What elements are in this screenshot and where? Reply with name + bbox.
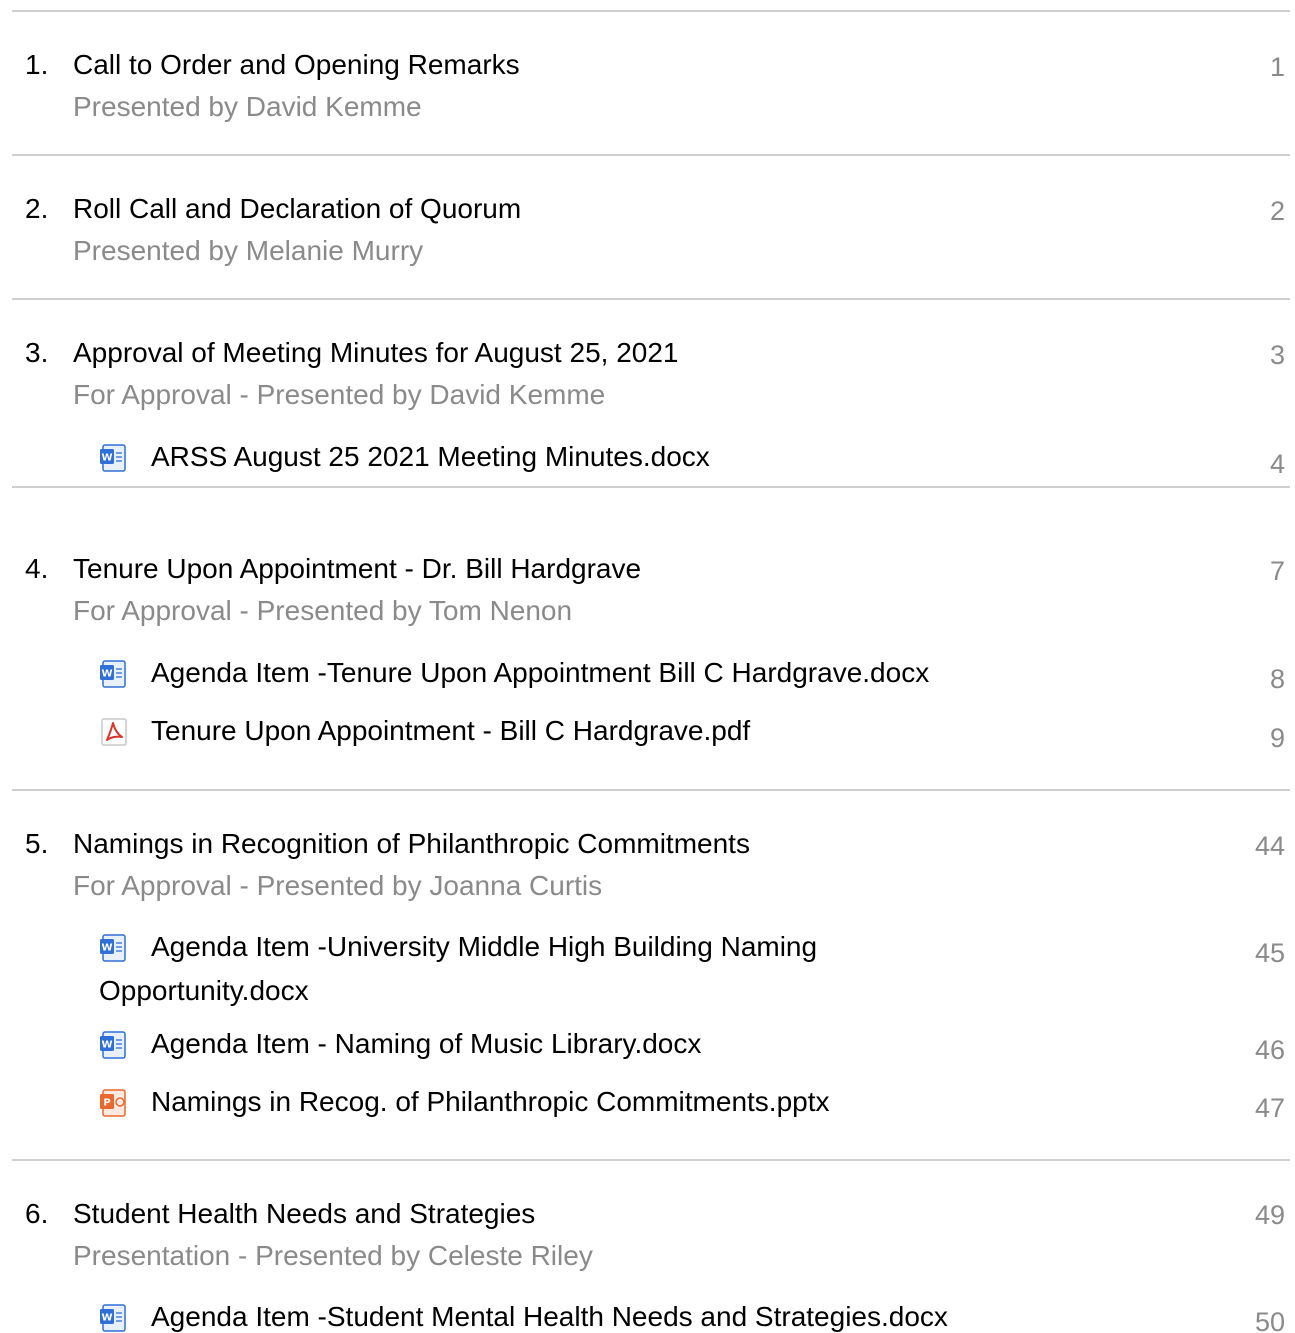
svg-text:W: W (101, 1313, 112, 1324)
item-presenter: For Approval - Presented by Tom Nenon (73, 595, 573, 626)
powerpoint-icon: P (100, 1089, 126, 1117)
item-number: 1. (25, 49, 49, 80)
attachment-page-number: 46 (1254, 1035, 1285, 1065)
attachment-name[interactable]: Namings in Recog. of Philanthropic Commi… (151, 1086, 830, 1118)
divider (12, 789, 1290, 791)
item-number: 4. (25, 553, 49, 584)
divider (12, 1159, 1290, 1161)
attachment-name[interactable]: Agenda Item -Student Mental Health Needs… (151, 1301, 948, 1333)
divider (12, 154, 1290, 156)
word-doc-icon: W (100, 444, 126, 472)
item-page-number: 44 (1254, 831, 1285, 861)
agenda-page: 1. Call to Order and Opening Remarks 1 P… (0, 0, 1295, 1333)
item-title[interactable]: Approval of Meeting Minutes for August 2… (73, 337, 679, 369)
attachment-page-number: 50 (1254, 1307, 1285, 1333)
item-page-number: 49 (1254, 1200, 1285, 1230)
attachment-page-number: 4 (1269, 449, 1285, 479)
word-doc-icon: W (100, 1304, 126, 1332)
divider (12, 298, 1290, 300)
item-number: 2. (25, 193, 49, 224)
item-title[interactable]: Roll Call and Declaration of Quorum (73, 193, 521, 225)
pdf-icon (101, 718, 127, 746)
item-presenter: For Approval - Presented by David Kemme (73, 379, 606, 410)
item-page-number: 2 (1269, 196, 1285, 226)
item-presenter: For Approval - Presented by Joanna Curti… (73, 870, 603, 901)
divider (12, 486, 1290, 488)
attachment-page-number: 9 (1269, 723, 1285, 753)
item-presenter: Presented by Melanie Murry (73, 235, 424, 266)
item-page-number: 3 (1269, 340, 1285, 370)
attachment-page-number: 47 (1254, 1093, 1285, 1123)
item-title[interactable]: Namings in Recognition of Philanthropic … (73, 828, 750, 860)
item-page-number: 7 (1269, 556, 1285, 586)
item-number: 3. (25, 337, 49, 368)
svg-text:W: W (101, 453, 112, 464)
item-presenter: Presented by David Kemme (73, 91, 422, 122)
item-presenter: Presentation - Presented by Celeste Rile… (73, 1240, 593, 1271)
item-number: 5. (25, 828, 49, 859)
attachment-name[interactable]: Agenda Item - Naming of Music Library.do… (151, 1028, 701, 1060)
attachment-page-number: 45 (1254, 938, 1285, 968)
attachment-name[interactable]: Agenda Item -Tenure Upon Appointment Bil… (151, 657, 929, 689)
divider (12, 10, 1290, 12)
attachment-name[interactable]: Agenda Item -University Middle High Buil… (99, 925, 959, 1013)
word-doc-icon: W (100, 1031, 126, 1059)
attachment-name[interactable]: Tenure Upon Appointment - Bill C Hardgra… (151, 715, 750, 747)
svg-text:W: W (101, 1040, 112, 1051)
word-doc-icon: W (100, 660, 126, 688)
item-title[interactable]: Tenure Upon Appointment - Dr. Bill Hardg… (73, 553, 641, 585)
svg-text:W: W (101, 669, 112, 680)
svg-text:P: P (103, 1098, 110, 1109)
item-number: 6. (25, 1198, 49, 1229)
item-title[interactable]: Call to Order and Opening Remarks (73, 49, 520, 81)
item-page-number: 1 (1269, 52, 1285, 82)
attachment-name[interactable]: ARSS August 25 2021 Meeting Minutes.docx (151, 441, 710, 473)
item-title[interactable]: Student Health Needs and Strategies (73, 1198, 535, 1230)
attachment-page-number: 8 (1269, 664, 1285, 694)
